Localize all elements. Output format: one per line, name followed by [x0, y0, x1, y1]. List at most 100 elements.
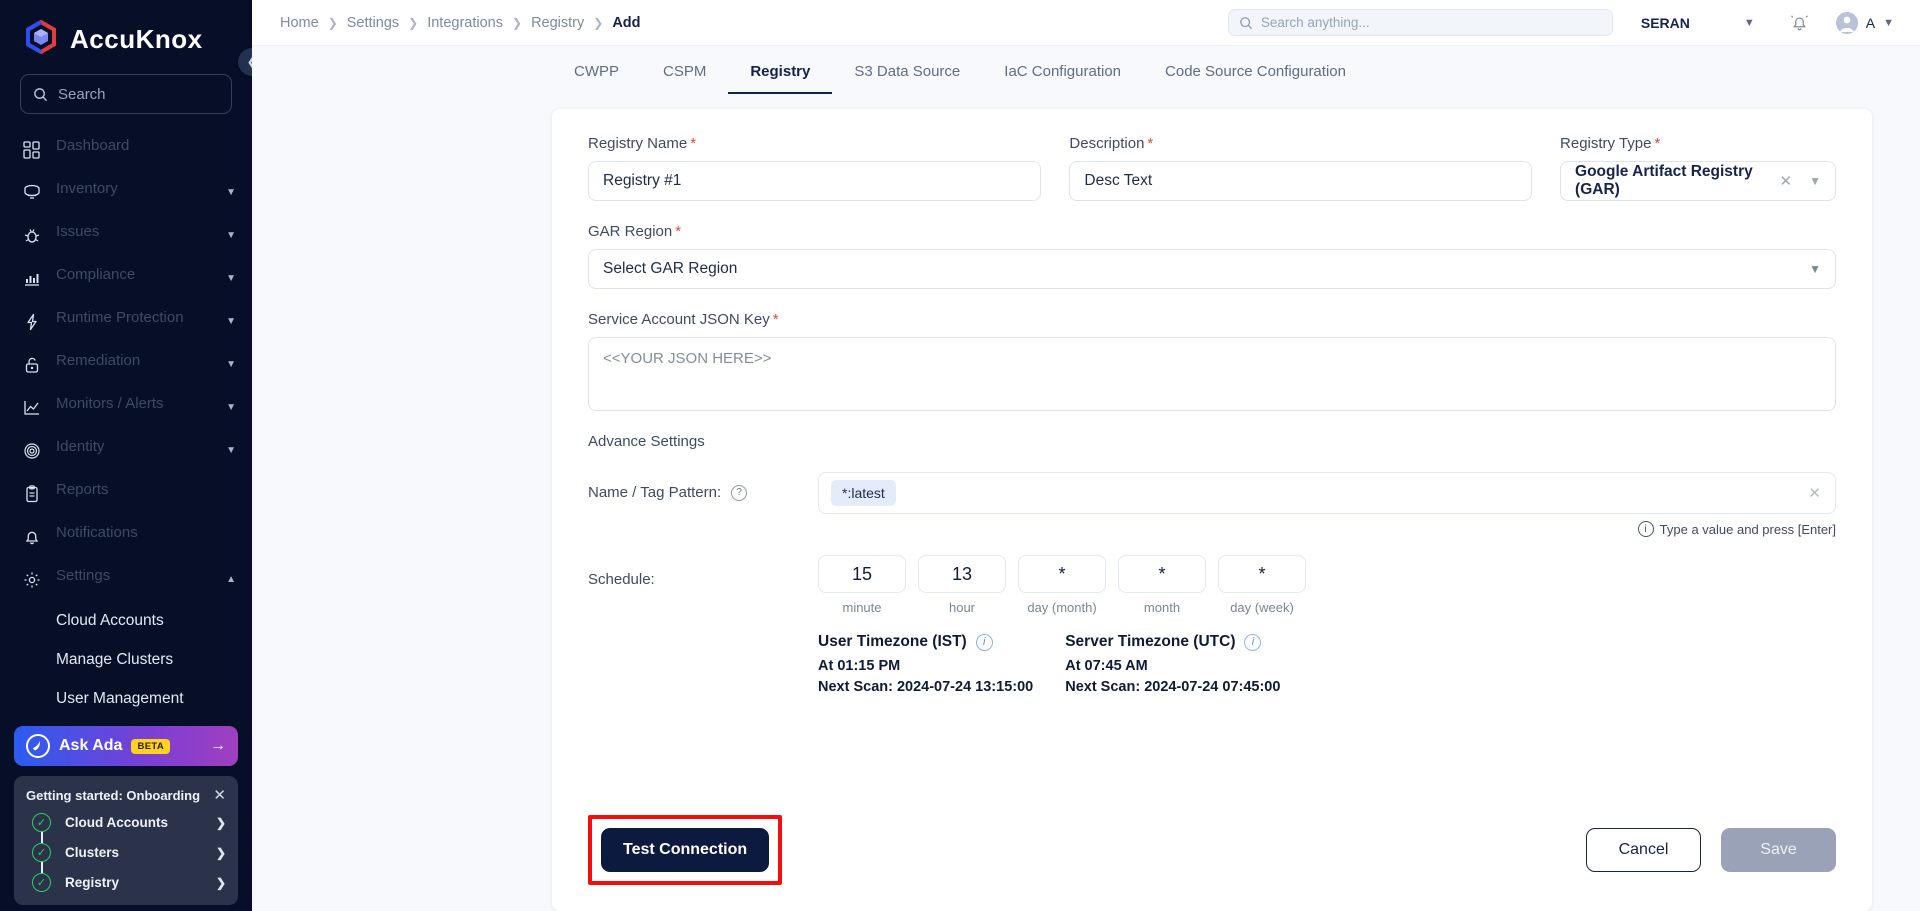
chevron-down-icon: ▼ [226, 359, 236, 370]
save-button[interactable]: Save [1721, 828, 1836, 872]
chevron-down-icon[interactable]: ▼ [1809, 174, 1821, 188]
gar-region-value: Select GAR Region [603, 260, 738, 277]
form-footer: Test Connection Cancel Save [552, 815, 1872, 911]
name-tag-pattern-input[interactable]: *:latest ✕ [818, 472, 1836, 514]
sidebar-item-dashboard[interactable]: Dashboard [0, 128, 252, 171]
cron-day-week: * day (week) [1218, 555, 1306, 615]
org-selector[interactable]: SERAN ▼ [1641, 15, 1755, 31]
service-account-json-textarea[interactable]: <<YOUR JSON HERE>> [588, 337, 1836, 411]
ada-logo-icon [26, 734, 50, 758]
sidebar-item-label: Identity [56, 437, 105, 455]
global-search[interactable] [1227, 9, 1613, 36]
test-connection-button[interactable]: Test Connection [601, 828, 770, 872]
onboarding-header: Getting started: Onboarding ✕ [26, 786, 226, 804]
cron-day-month-label: day (month) [1027, 600, 1097, 615]
sidebar-subitem-label: User Management [56, 689, 184, 707]
sidebar-item-runtime-protection[interactable]: Runtime Protection ▼ [0, 300, 252, 343]
chevron-right-icon: ❯ [327, 15, 338, 30]
tab-cspm[interactable]: CSPM [641, 63, 728, 94]
sidebar-item-label: Monitors / Alerts [56, 394, 164, 412]
tab-s3-data-source[interactable]: S3 Data Source [832, 63, 982, 94]
line-chart-icon [22, 398, 42, 418]
unlock-icon [22, 355, 42, 375]
cron-hour-input[interactable]: 13 [918, 555, 1006, 593]
tab-code-source-configuration[interactable]: Code Source Configuration [1143, 63, 1368, 94]
registry-type-label: Registry Type * [1560, 135, 1661, 152]
cron-day-week-input[interactable]: * [1218, 555, 1306, 593]
onboarding-step-cloud-accounts[interactable]: ✓ Cloud Accounts ❯ [32, 812, 226, 833]
info-circle-icon[interactable]: i [975, 633, 993, 651]
server-timezone-title: Server Timezone (UTC) [1065, 633, 1236, 650]
notifications-bell-icon[interactable] [1789, 12, 1810, 33]
account-menu[interactable]: A ▼ [1835, 11, 1894, 34]
timezone-row: User Timezone (IST) i At 01:15 PM Next S… [818, 633, 1306, 698]
sidebar-item-label: Inventory [56, 179, 118, 197]
sidebar-item-notifications[interactable]: Notifications [0, 515, 252, 558]
close-icon[interactable]: ✕ [213, 786, 226, 804]
sidebar-item-remediation[interactable]: Remediation ▼ [0, 343, 252, 386]
chevron-down-icon[interactable]: ▼ [1809, 262, 1821, 276]
close-icon[interactable]: ✕ [1780, 172, 1793, 190]
onboarding-step-clusters[interactable]: ✓ Clusters ❯ [32, 842, 226, 863]
ask-ada-button[interactable]: Ask Ada BETA → [14, 726, 238, 766]
cancel-button[interactable]: Cancel [1586, 828, 1701, 872]
breadcrumb-settings[interactable]: Settings [347, 15, 399, 31]
schedule-row: Schedule: 15 minute 13 hour * day (month… [588, 555, 1836, 698]
sidebar-item-label: Compliance [56, 265, 136, 283]
cron-day-month-input[interactable]: * [1018, 555, 1106, 593]
sidebar-item-label: Notifications [56, 523, 138, 541]
cron-minute-input[interactable]: 15 [818, 555, 906, 593]
sidebar-item-label: Remediation [56, 351, 141, 369]
sidebar-item-cloud-accounts[interactable]: Cloud Accounts [0, 601, 252, 640]
global-search-input[interactable] [1260, 15, 1602, 30]
registry-type-select[interactable]: Google Artifact Registry (GAR) ✕ ▼ [1560, 161, 1836, 201]
sidebar-item-settings[interactable]: Settings ▲ [0, 558, 252, 601]
chevron-up-icon: ▲ [226, 574, 236, 585]
sidebar-item-reports[interactable]: Reports [0, 472, 252, 515]
sidebar-search-input[interactable] [58, 85, 219, 103]
info-circle-icon[interactable]: i [1244, 633, 1262, 651]
breadcrumb-registry[interactable]: Registry [531, 15, 584, 31]
breadcrumb-integrations[interactable]: Integrations [427, 15, 503, 31]
ask-ada-label: Ask Ada [59, 737, 123, 754]
sidebar-item-manage-clusters[interactable]: Manage Clusters [0, 640, 252, 679]
sidebar-item-issues[interactable]: Issues ▼ [0, 214, 252, 257]
search-icon [33, 87, 48, 102]
main-area: Home ❯ Settings ❯ Integrations ❯ Registr… [252, 0, 1920, 911]
cron-month-input[interactable]: * [1118, 555, 1206, 593]
chevron-down-icon: ▼ [1883, 16, 1894, 29]
registry-name-input[interactable]: Registry #1 [588, 161, 1042, 201]
close-icon[interactable]: ✕ [1808, 484, 1821, 502]
sidebar-item-label: Reports [56, 480, 109, 498]
sidebar-item-compliance[interactable]: Compliance ▼ [0, 257, 252, 300]
inventory-icon [22, 183, 42, 203]
tab-iac-configuration[interactable]: IaC Configuration [982, 63, 1143, 94]
lightning-icon [22, 312, 42, 332]
chevron-down-icon: ▼ [226, 187, 236, 198]
description-input[interactable]: Desc Text [1069, 161, 1533, 201]
sidebar-subitem-label: Manage Clusters [56, 650, 174, 668]
onboarding-step-registry[interactable]: ✓ Registry ❯ [32, 872, 226, 893]
sidebar-item-identity[interactable]: Identity ▼ [0, 429, 252, 472]
tab-cwpp[interactable]: CWPP [552, 63, 641, 94]
grid-icon [22, 140, 42, 160]
chevron-right-icon: ❯ [408, 15, 419, 30]
tag-chip[interactable]: *:latest [831, 480, 896, 506]
accuknox-cube-logo-icon [22, 20, 60, 58]
user-timezone-title: User Timezone (IST) [818, 633, 967, 650]
sidebar-item-inventory[interactable]: Inventory ▼ [0, 171, 252, 214]
sidebar-search[interactable] [20, 74, 232, 114]
gar-region-label: GAR Region * [588, 223, 682, 240]
gar-region-select[interactable]: Select GAR Region ▼ [588, 249, 1836, 289]
server-timezone-header: Server Timezone (UTC) i [1065, 633, 1280, 651]
registry-name-field: Registry Name * Registry #1 [588, 135, 1042, 201]
onboarding-step-label: Clusters [65, 845, 120, 860]
schedule-body: 15 minute 13 hour * day (month) * month … [818, 555, 1306, 698]
cron-day-month: * day (month) [1018, 555, 1106, 615]
breadcrumb-home[interactable]: Home [280, 15, 319, 31]
question-circle-icon[interactable]: ? [731, 484, 748, 501]
sidebar-item-monitors-alerts[interactable]: Monitors / Alerts ▼ [0, 386, 252, 429]
sidebar-item-label: Dashboard [56, 136, 130, 154]
tab-registry[interactable]: Registry [728, 63, 833, 94]
sidebar-item-user-management[interactable]: User Management [0, 679, 252, 718]
